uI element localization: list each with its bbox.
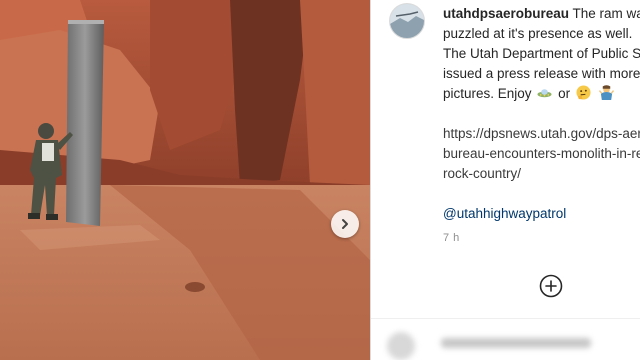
person-shrugging-emoji-icon [598, 85, 614, 100]
chevron-right-icon [342, 219, 348, 229]
plus-circle-icon [539, 274, 563, 298]
caption-text: pictures. Enjoy [443, 86, 532, 101]
caption-line-5: pictures. Enjoy or [443, 84, 640, 104]
caption-line-4: issued a press release with more [443, 66, 640, 81]
monolith-photo [0, 0, 370, 360]
commenter-avatar [387, 332, 415, 360]
caption-line-2: puzzled at it's presence as well. [443, 26, 633, 41]
press-release-link-line-3[interactable]: rock-country/ [443, 164, 640, 184]
mention-link[interactable]: @utahhighwaypatrol [443, 204, 640, 224]
post-photo [0, 0, 370, 360]
post-side-panel: utahdpsaerobureau The ram was puzzled at… [371, 0, 640, 360]
blurred-comment-text [441, 338, 591, 348]
press-release-link-line-2[interactable]: bureau-encounters-monolith-in-red- [443, 144, 640, 164]
emoji-separator: or [558, 86, 571, 101]
caption-line-3: The Utah Department of Public Safety [443, 46, 640, 61]
post-timestamp: 7 h [443, 232, 460, 244]
caption-line-1: utahdpsaerobureau The ram was [443, 4, 640, 24]
next-photo-button[interactable] [331, 210, 359, 238]
caption-text: The ram was [572, 6, 640, 21]
comment-section-divider [371, 318, 640, 319]
ufo-emoji-icon [537, 89, 552, 98]
load-more-comments-button[interactable] [539, 274, 563, 298]
press-release-link-line-1[interactable]: https://dpsnews.utah.gov/dps-aero- [443, 124, 640, 144]
thinking-face-emoji-icon [576, 85, 591, 100]
username-link[interactable]: utahdpsaerobureau [443, 6, 569, 21]
avatar[interactable] [389, 3, 425, 39]
blurred-comment-row [371, 324, 640, 360]
post-caption: utahdpsaerobureau The ram was puzzled at… [443, 4, 640, 224]
avatar-image [390, 4, 424, 38]
